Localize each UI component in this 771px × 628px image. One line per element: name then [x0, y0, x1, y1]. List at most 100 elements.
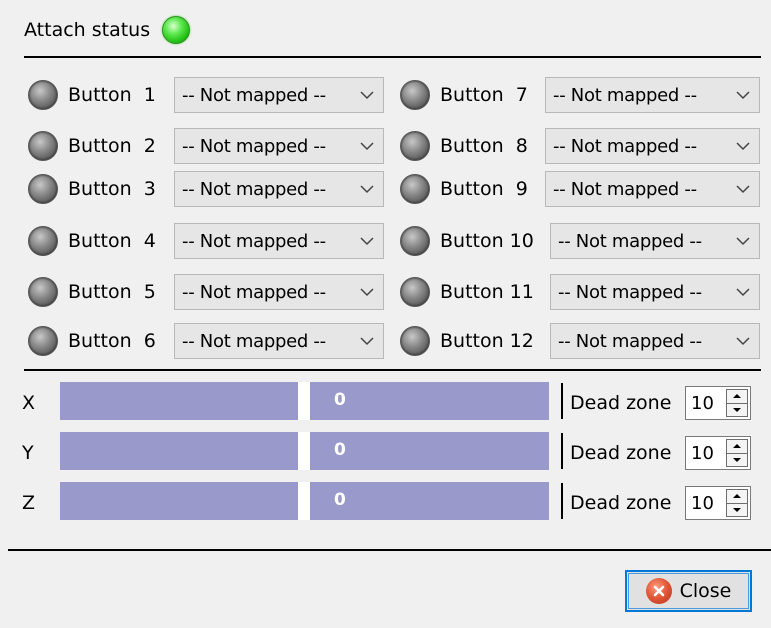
button-7-label: Button 7: [440, 84, 528, 106]
button-8-mapping-value: -- Not mapped --: [553, 135, 697, 157]
button-4-led-icon: [28, 226, 58, 256]
axis-z-dead-zone-value[interactable]: 10: [686, 493, 726, 514]
chevron-down-icon: [359, 138, 375, 154]
spin-down-icon[interactable]: [726, 453, 748, 467]
axis-z-dead-zone-spinbox[interactable]: 10: [685, 486, 751, 520]
axis-x-dead-zone-value[interactable]: 10: [686, 393, 726, 414]
axis-x-value: 0: [334, 390, 346, 410]
spin-up-icon[interactable]: [726, 389, 748, 404]
button-8-mapping-select[interactable]: -- Not mapped --: [545, 128, 760, 164]
axis-z-dead-zone-label: Dead zone: [570, 492, 672, 514]
axis-y-separator: [561, 433, 563, 469]
spin-buttons: [726, 439, 748, 467]
spin-up-icon[interactable]: [726, 489, 748, 504]
axis-y-dead-zone-value[interactable]: 10: [686, 443, 726, 464]
button-7-mapping-value: -- Not mapped --: [553, 84, 697, 106]
chevron-down-icon: [359, 87, 375, 103]
chevron-down-icon: [359, 233, 375, 249]
chevron-down-icon: [359, 333, 375, 349]
button-2-mapping-select[interactable]: -- Not mapped --: [174, 128, 384, 164]
button-2-label: Button 2: [68, 135, 156, 157]
button-9-label: Button 9: [440, 178, 528, 200]
axis-y-bar-negative: [60, 432, 298, 470]
close-button[interactable]: Close: [625, 570, 752, 612]
button-4-mapping-value: -- Not mapped --: [182, 230, 326, 252]
button-row-2: Button 2: [28, 126, 156, 166]
button-3-led-icon: [28, 174, 58, 204]
spin-up-icon[interactable]: [726, 439, 748, 454]
button-5-label: Button 5: [68, 281, 156, 303]
spin-buttons: [726, 489, 748, 517]
axis-x-bar-negative: [60, 382, 298, 420]
button-5-mapping-select[interactable]: -- Not mapped --: [174, 274, 384, 310]
button-row-10: Button 10: [400, 221, 534, 261]
button-10-mapping-select[interactable]: -- Not mapped --: [550, 223, 760, 259]
button-row-3: Button 3: [28, 169, 156, 209]
close-button-label: Close: [679, 580, 732, 602]
button-3-mapping-value: -- Not mapped --: [182, 178, 326, 200]
attach-status-label: Attach status: [24, 19, 151, 41]
spin-buttons: [726, 389, 748, 417]
axis-y-dead-zone-spinbox[interactable]: 10: [685, 436, 751, 470]
button-10-mapping-value: -- Not mapped --: [558, 230, 702, 252]
button-row-6: Button 6: [28, 321, 156, 361]
spin-down-icon[interactable]: [726, 403, 748, 417]
button-11-mapping-value: -- Not mapped --: [558, 281, 702, 303]
button-9-mapping-value: -- Not mapped --: [553, 178, 697, 200]
attach-status: Attach status: [24, 14, 191, 46]
axis-y-value: 0: [334, 440, 346, 460]
button-8-led-icon: [400, 131, 430, 161]
button-1-label: Button 1: [68, 84, 156, 106]
button-row-12: Button 12: [400, 321, 534, 361]
button-8-label: Button 8: [440, 135, 528, 157]
button-3-label: Button 3: [68, 178, 156, 200]
axis-y-label: Y: [22, 442, 34, 464]
button-12-mapping-value: -- Not mapped --: [558, 330, 702, 352]
button-5-led-icon: [28, 277, 58, 307]
button-2-mapping-value: -- Not mapped --: [182, 135, 326, 157]
button-11-label: Button 11: [440, 281, 534, 303]
axis-z-bar-center: [298, 482, 310, 520]
button-4-label: Button 4: [68, 230, 156, 252]
axis-y-dead-zone-label: Dead zone: [570, 442, 672, 464]
button-7-led-icon: [400, 80, 430, 110]
button-5-mapping-value: -- Not mapped --: [182, 281, 326, 303]
spin-down-icon[interactable]: [726, 503, 748, 517]
button-6-mapping-value: -- Not mapped --: [182, 330, 326, 352]
button-11-led-icon: [400, 277, 430, 307]
chevron-down-icon: [735, 87, 751, 103]
axis-z-label: Z: [22, 492, 36, 514]
axis-z-bar-positive: 0: [310, 482, 549, 520]
divider-top: [24, 56, 761, 58]
button-12-label: Button 12: [440, 330, 534, 352]
button-6-mapping-select[interactable]: -- Not mapped --: [174, 323, 384, 359]
button-1-led-icon: [28, 80, 58, 110]
axis-z-value: 0: [334, 490, 346, 510]
button-4-mapping-select[interactable]: -- Not mapped --: [174, 223, 384, 259]
axis-y-bar-center: [298, 432, 310, 470]
button-11-mapping-select[interactable]: -- Not mapped --: [550, 274, 760, 310]
axis-z-separator: [561, 483, 563, 519]
axis-x-dead-zone-label: Dead zone: [570, 392, 672, 414]
chevron-down-icon: [735, 233, 751, 249]
axis-x-label: X: [22, 392, 36, 414]
button-row-1: Button 1: [28, 75, 156, 115]
chevron-down-icon: [735, 181, 751, 197]
button-10-led-icon: [400, 226, 430, 256]
button-3-mapping-select[interactable]: -- Not mapped --: [174, 171, 384, 207]
axis-x-dead-zone-spinbox[interactable]: 10: [685, 386, 751, 420]
close-icon: [645, 578, 672, 604]
button-7-mapping-select[interactable]: -- Not mapped --: [545, 77, 760, 113]
chevron-down-icon: [735, 138, 751, 154]
button-2-led-icon: [28, 131, 58, 161]
axis-z-bar-negative: [60, 482, 298, 520]
button-row-11: Button 11: [400, 272, 534, 312]
button-10-label: Button 10: [440, 230, 534, 252]
axis-y-bar-positive: 0: [310, 432, 549, 470]
button-9-led-icon: [400, 174, 430, 204]
button-12-mapping-select[interactable]: -- Not mapped --: [550, 323, 760, 359]
button-9-mapping-select[interactable]: -- Not mapped --: [545, 171, 760, 207]
button-1-mapping-select[interactable]: -- Not mapped --: [174, 77, 384, 113]
button-6-led-icon: [28, 326, 58, 356]
button-row-5: Button 5: [28, 272, 156, 312]
